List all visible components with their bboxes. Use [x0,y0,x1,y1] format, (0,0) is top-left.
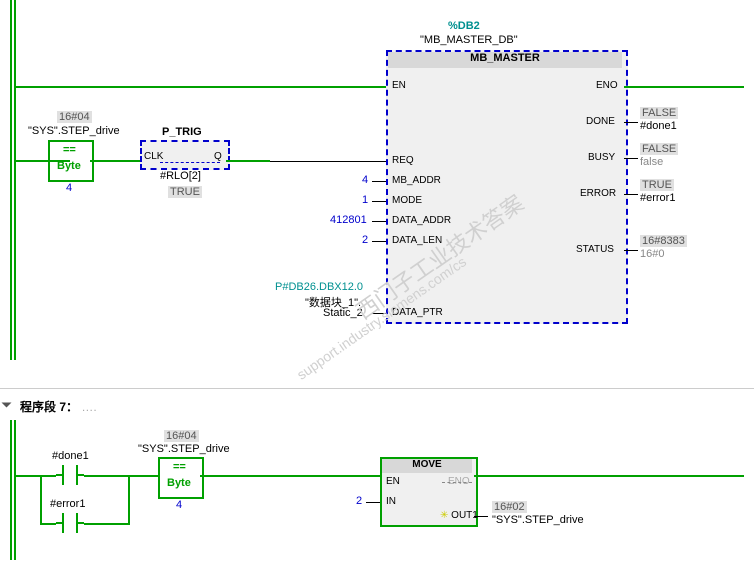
db-tag-label: %DB2 [448,20,480,32]
pin-dataaddr: DATA_ADDR [392,215,451,226]
pin-datalen: DATA_LEN [392,235,442,246]
pin-mbaddr: MB_ADDR [392,175,441,186]
n7-rung-b-right [84,523,130,525]
n7-branch-vleft [40,475,42,525]
n7-rung-a-right [84,475,130,477]
compare-type: Byte [57,160,81,172]
n7-error-tag: #error1 [50,498,85,510]
n7-done-contact[interactable] [56,465,84,485]
move-out-const: 16#02 [492,501,527,513]
wire-dataptr [372,313,386,314]
mb-master-block[interactable] [386,50,628,324]
n7-merge-line [128,475,158,477]
wire-done [624,122,638,123]
pin-req: REQ [392,155,414,166]
compare-tag: "SYS".STEP_drive [28,125,120,137]
mb-master-title: MB_MASTER [388,52,622,68]
wire-mbaddr [372,181,386,182]
rung-req-right1 [226,160,270,162]
val-dataaddr: 412801 [330,214,367,226]
ptrig-val: TRUE [168,186,202,198]
val-mode: 1 [362,194,368,206]
dataptr-bot: Static_2 [323,307,363,319]
wire-busy [624,158,638,159]
error-tag: #error1 [640,192,675,204]
n7-line-to-move [200,475,380,477]
status-value: 16#8383 [640,235,687,247]
done-tag: #done1 [640,120,677,132]
wire-move-out [474,516,488,517]
pin-dataptr: DATA_PTR [392,307,443,318]
compare-val: 4 [66,182,72,194]
wire-status [624,250,638,251]
busy-value: FALSE [640,143,678,155]
val-datalen: 2 [362,234,368,246]
db-name-label: "MB_MASTER_DB" [420,34,518,46]
n7-rail-outer [10,420,12,560]
wire-move-in [366,502,380,503]
pin-en: EN [392,80,406,91]
n7-rung-a-left [16,475,56,477]
n7-rail-inner [14,420,16,560]
done-value: FALSE [640,107,678,119]
rung-eno-line [624,86,744,88]
dataptr-top: P#DB26.DBX12.0 [275,281,363,293]
rung-en-line [16,86,386,88]
n7-error-contact[interactable] [56,513,84,533]
power-rail-inner [14,0,16,360]
compare-op: == [63,144,76,156]
wire-datalen [372,241,386,242]
ptrig-title: P_TRIG [162,126,202,138]
move-eno-dash [442,482,472,483]
n7-branch-vright [128,475,130,525]
move-in: IN [386,496,396,507]
wire-error [624,194,638,195]
move-out: ✳ OUT1 [440,510,478,521]
rung-req-right2 [270,161,386,162]
n7-cmp-val: 4 [176,499,182,511]
pin-error: ERROR [580,188,616,199]
move-title: MOVE [382,459,472,473]
n7-done-tag: #done1 [52,450,89,462]
pin-busy: BUSY [588,152,615,163]
power-rail-outer [10,0,12,360]
pin-eno: ENO [596,80,618,91]
n7-cmp-op: == [173,461,186,473]
ptrig-q: Q [214,151,222,162]
compare-const: 16#04 [57,111,92,123]
wire-mode [372,201,386,202]
busy-tag: false [640,156,663,168]
pin-status: STATUS [576,244,614,255]
n7-cmp-tag: "SYS".STEP_drive [138,443,230,455]
ptrig-clk: CLK [144,151,163,162]
n7-cmp-const: 16#04 [164,430,199,442]
n7-eno-line [474,475,744,477]
move-out-tag: "SYS".STEP_drive [492,514,584,526]
network-divider [0,388,754,389]
error-value: TRUE [640,179,674,191]
n7-cmp-type: Byte [167,477,191,489]
ptrig-dash-line [160,162,220,163]
n7-rung-b-left [40,523,56,525]
val-mbaddr: 4 [362,174,368,186]
pin-done: DONE [586,116,615,127]
move-in-val: 2 [356,495,362,507]
pin-mode: MODE [392,195,422,206]
rung-req-mid [90,160,140,162]
network7-title: 程序段 7： …. [20,398,97,415]
section-expand-icon[interactable] [2,403,12,408]
ptrig-tag: #RLO[2] [160,170,201,182]
status-tag: 16#0 [640,248,664,260]
move-en: EN [386,476,400,487]
wire-dataaddr [372,221,386,222]
